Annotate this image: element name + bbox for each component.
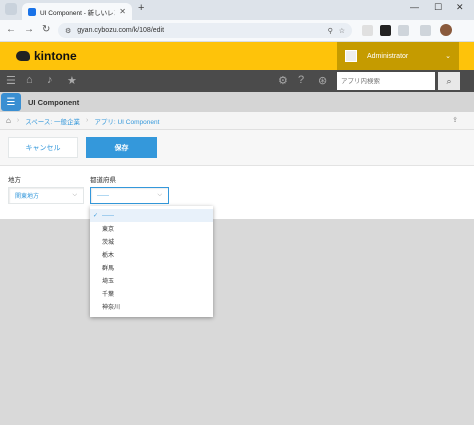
save-button[interactable]: 保存 [86, 137, 157, 158]
dropdown-item-label: 群馬 [102, 266, 115, 272]
record-form: 地方 関東地方 ⌵ 都道府県 ------ ⌵ [0, 166, 474, 219]
record-action-bar: キャンセル 保存 [0, 130, 474, 166]
app-search-box [337, 72, 435, 90]
minimize-icon[interactable]: — [410, 2, 419, 12]
app-header: ☰ UI Component [0, 92, 474, 112]
page-background [0, 219, 474, 425]
app-list-icon[interactable]: ☰ [1, 93, 21, 111]
dropdown-item[interactable]: 神奈川 [90, 300, 213, 313]
profile-avatar[interactable] [440, 24, 452, 36]
reload-icon[interactable]: ↻ [42, 24, 50, 35]
bookmark-star-icon[interactable]: ☆ [339, 27, 345, 35]
search-icon[interactable]: ⌕ [438, 72, 460, 90]
maximize-icon[interactable]: ☐ [434, 2, 442, 13]
new-tab-icon[interactable]: + [138, 2, 144, 14]
dropdown-item-label: 栃木 [102, 253, 115, 259]
region-label: 地方 [8, 177, 21, 184]
breadcrumb-app-link[interactable]: アプリ: UI Component [94, 116, 159, 126]
kintone-logo[interactable]: kintone [16, 49, 77, 63]
menu-icon[interactable]: ☰ [6, 74, 16, 87]
dropdown-item-label: 東京 [102, 227, 115, 233]
prefecture-dropdown-menu: ✓ ------ 東京 茨城 栃木 群馬 埼玉 千葉 神奈川 [90, 206, 213, 317]
dropdown-item-label: 神奈川 [102, 305, 121, 311]
browser-titlebar: UI Component - 新しいレコード ✕ + — ☐ ✕ [0, 0, 474, 20]
extension-dark-icon[interactable] [380, 25, 391, 36]
browser-toolbar: ← → ↻ ⚙ gyan.cybozu.com/k/108/edit ⚲ ☆ [0, 20, 474, 42]
kintone-nav: ☰ ⌂ ♪ ★ ⚙ ? ⊛ ⌕ [0, 70, 474, 92]
user-name: Administrator [367, 52, 409, 60]
chevron-down-icon: ⌵ [157, 192, 162, 198]
dropdown-item-label: ------ [102, 212, 114, 219]
kintone-header: kintone Administrator ⌄ [0, 42, 474, 70]
site-info-icon[interactable]: ⚙ [65, 27, 71, 35]
dropdown-item[interactable]: 埼玉 [90, 274, 213, 287]
pin-icon[interactable]: ⇪ [452, 116, 458, 124]
dropdown-item[interactable]: ✓ ------ [90, 209, 213, 222]
notification-bell-icon[interactable]: ♪ [47, 74, 53, 86]
extension-icon[interactable] [362, 25, 373, 36]
dropdown-item[interactable]: 千葉 [90, 287, 213, 300]
dropdown-item[interactable]: 茨城 [90, 235, 213, 248]
settings-gear-icon[interactable]: ⚙ [278, 74, 288, 87]
chevron-down-icon: ⌄ [445, 53, 451, 60]
browser-tab[interactable]: UI Component - 新しいレコード ✕ [22, 3, 132, 20]
dropdown-item-label: 千葉 [102, 292, 115, 298]
region-select-value: 関東地方 [15, 194, 40, 200]
home-icon[interactable]: ⌂ [26, 74, 33, 86]
user-menu[interactable]: Administrator ⌄ [337, 42, 459, 70]
breadcrumb-separator: › [16, 117, 20, 124]
app-title: UI Component [28, 98, 80, 107]
zoom-icon[interactable]: ⚲ [328, 27, 333, 35]
tab-close-icon[interactable]: ✕ [119, 7, 126, 16]
app-search-input[interactable] [341, 77, 431, 85]
help-icon[interactable]: ? [298, 74, 304, 86]
tab-favicon-icon [28, 7, 36, 16]
download-icon[interactable] [420, 25, 431, 36]
chevron-down-icon: ⌵ [72, 192, 77, 198]
breadcrumb-separator: › [86, 117, 89, 124]
kintone-bird-icon [16, 51, 30, 61]
cancel-button[interactable]: キャンセル [8, 137, 78, 158]
user-avatar-icon [345, 50, 357, 62]
address-url: gyan.cybozu.com/k/108/edit [77, 27, 165, 34]
back-icon[interactable]: ← [6, 24, 16, 35]
app-link-icon[interactable]: ⊛ [318, 74, 327, 87]
dropdown-item[interactable]: 群馬 [90, 261, 213, 274]
prefecture-select[interactable]: ------ ⌵ [90, 187, 169, 204]
region-select[interactable]: 関東地方 ⌵ [8, 187, 84, 204]
forward-icon[interactable]: → [24, 24, 34, 35]
breadcrumb-home-icon[interactable]: ⌂ [6, 116, 11, 125]
dropdown-item-label: 茨城 [102, 240, 115, 246]
dropdown-item-label: 埼玉 [102, 279, 115, 285]
prefecture-label: 都道府県 [90, 177, 116, 184]
favorites-star-icon[interactable]: ★ [67, 74, 77, 87]
close-window-icon[interactable]: ✕ [456, 2, 464, 13]
breadcrumb: ⌂ › スペース: 一般企業 › アプリ: UI Component ⇪ [0, 112, 474, 130]
tab-title: UI Component - 新しいレコード [40, 9, 115, 17]
logo-text: kintone [34, 49, 77, 63]
breadcrumb-space-link[interactable]: スペース: 一般企業 [25, 116, 80, 126]
tab-search-icon[interactable] [5, 3, 17, 15]
extensions-puzzle-icon[interactable] [398, 25, 409, 36]
check-icon: ✓ [93, 213, 99, 219]
prefecture-select-value: ------ [97, 192, 109, 199]
dropdown-item[interactable]: 栃木 [90, 248, 213, 261]
dropdown-item[interactable]: 東京 [90, 222, 213, 235]
address-bar[interactable]: ⚙ gyan.cybozu.com/k/108/edit ⚲ ☆ [58, 23, 352, 38]
